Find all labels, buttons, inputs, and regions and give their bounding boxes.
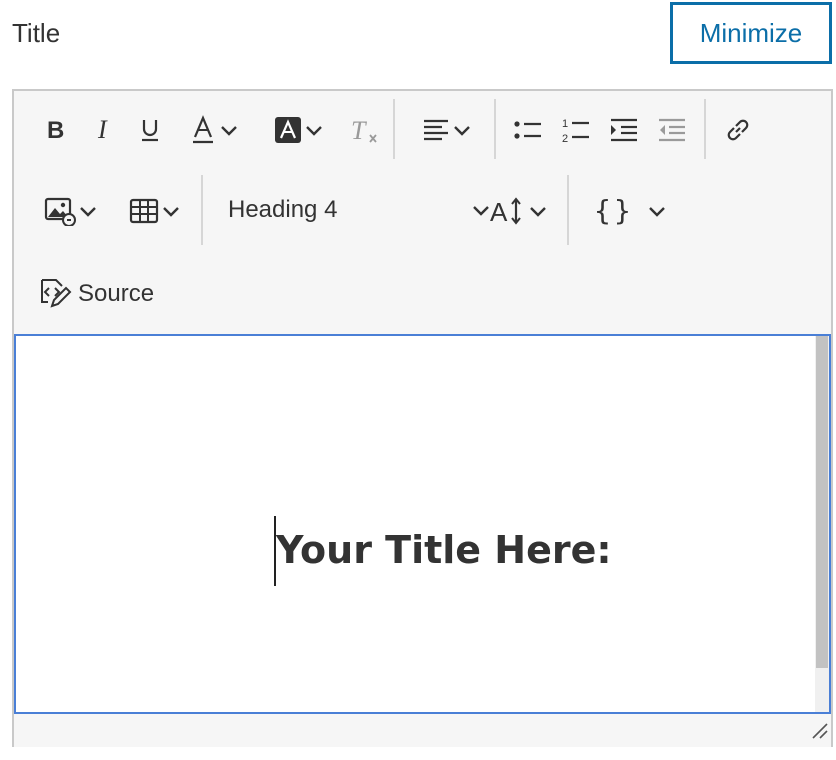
source-code-icon — [38, 276, 72, 313]
insert-code-button[interactable]: {} — [588, 192, 672, 230]
table-icon — [128, 197, 160, 225]
source-button[interactable]: Source — [38, 273, 178, 315]
editor-status-bar — [14, 714, 831, 747]
chevron-down-icon — [77, 200, 99, 222]
vertical-scrollbar[interactable] — [815, 336, 829, 712]
underline-button[interactable] — [132, 111, 168, 149]
link-icon — [723, 115, 753, 145]
toolbar-separator — [704, 99, 706, 159]
text-size-icon: A — [489, 196, 527, 226]
bold-icon: B — [43, 116, 69, 144]
toolbar-separator — [567, 175, 569, 245]
heading-select[interactable]: Heading 4 — [220, 191, 492, 229]
editor-toolbar: B I T 1 2 Heading 4 A {} Source — [14, 91, 831, 334]
toolbar-separator — [393, 99, 395, 159]
rich-text-editor: B I T 1 2 Heading 4 A {} Source Your Ti… — [12, 89, 833, 747]
svg-text:{: { — [594, 194, 611, 227]
chevron-down-icon — [218, 119, 240, 141]
font-color-icon — [188, 115, 218, 145]
italic-button[interactable]: I — [86, 111, 122, 149]
link-button[interactable] — [718, 111, 758, 149]
italic-icon: I — [91, 116, 117, 144]
bulleted-list-button[interactable] — [508, 111, 548, 149]
chevron-down-icon — [303, 119, 325, 141]
heading-select-value: Heading 4 — [228, 196, 338, 223]
content-heading[interactable]: Your Title Here: — [276, 528, 612, 572]
resize-handle-icon[interactable] — [809, 720, 829, 745]
chevron-down-icon — [160, 200, 182, 222]
font-color-button[interactable] — [184, 111, 244, 149]
insert-image-icon — [43, 196, 77, 226]
numbered-list-icon: 12 — [560, 115, 592, 145]
editor-content-area[interactable]: Your Title Here: — [14, 334, 831, 714]
field-label: Title — [12, 18, 61, 48]
chevron-down-icon — [646, 200, 668, 222]
scrollbar-thumb[interactable] — [816, 336, 828, 668]
highlight-button[interactable] — [264, 111, 334, 149]
source-button-label: Source — [78, 280, 155, 307]
numbered-list-button[interactable]: 12 — [556, 111, 596, 149]
svg-text:B: B — [47, 117, 64, 144]
code-braces-icon: {} — [592, 194, 632, 228]
indent-icon — [608, 116, 640, 144]
insert-image-button[interactable] — [36, 192, 106, 230]
bold-button[interactable]: B — [38, 111, 74, 149]
svg-text:}: } — [614, 194, 631, 227]
minimize-button[interactable]: Minimize — [670, 2, 832, 64]
svg-text:2: 2 — [562, 133, 568, 145]
toolbar-separator — [201, 175, 203, 245]
chevron-down-icon — [527, 200, 549, 222]
clear-format-icon: T — [348, 115, 380, 145]
svg-text:I: I — [97, 116, 108, 144]
svg-text:A: A — [490, 197, 508, 226]
insert-table-button[interactable] — [118, 192, 192, 230]
svg-text:1: 1 — [562, 118, 568, 130]
clear-format-button[interactable]: T — [344, 111, 384, 149]
text-size-button[interactable]: A — [484, 192, 554, 230]
align-icon — [421, 116, 451, 144]
svg-text:T: T — [351, 116, 367, 145]
toolbar-separator — [494, 99, 496, 159]
highlight-icon — [273, 115, 303, 145]
alignment-button[interactable] — [412, 111, 482, 149]
indent-button[interactable] — [604, 111, 644, 149]
bulleted-list-icon — [512, 116, 544, 144]
outdent-button[interactable] — [652, 111, 692, 149]
underline-icon — [137, 115, 163, 145]
chevron-down-icon — [451, 119, 473, 141]
outdent-icon — [656, 116, 688, 144]
